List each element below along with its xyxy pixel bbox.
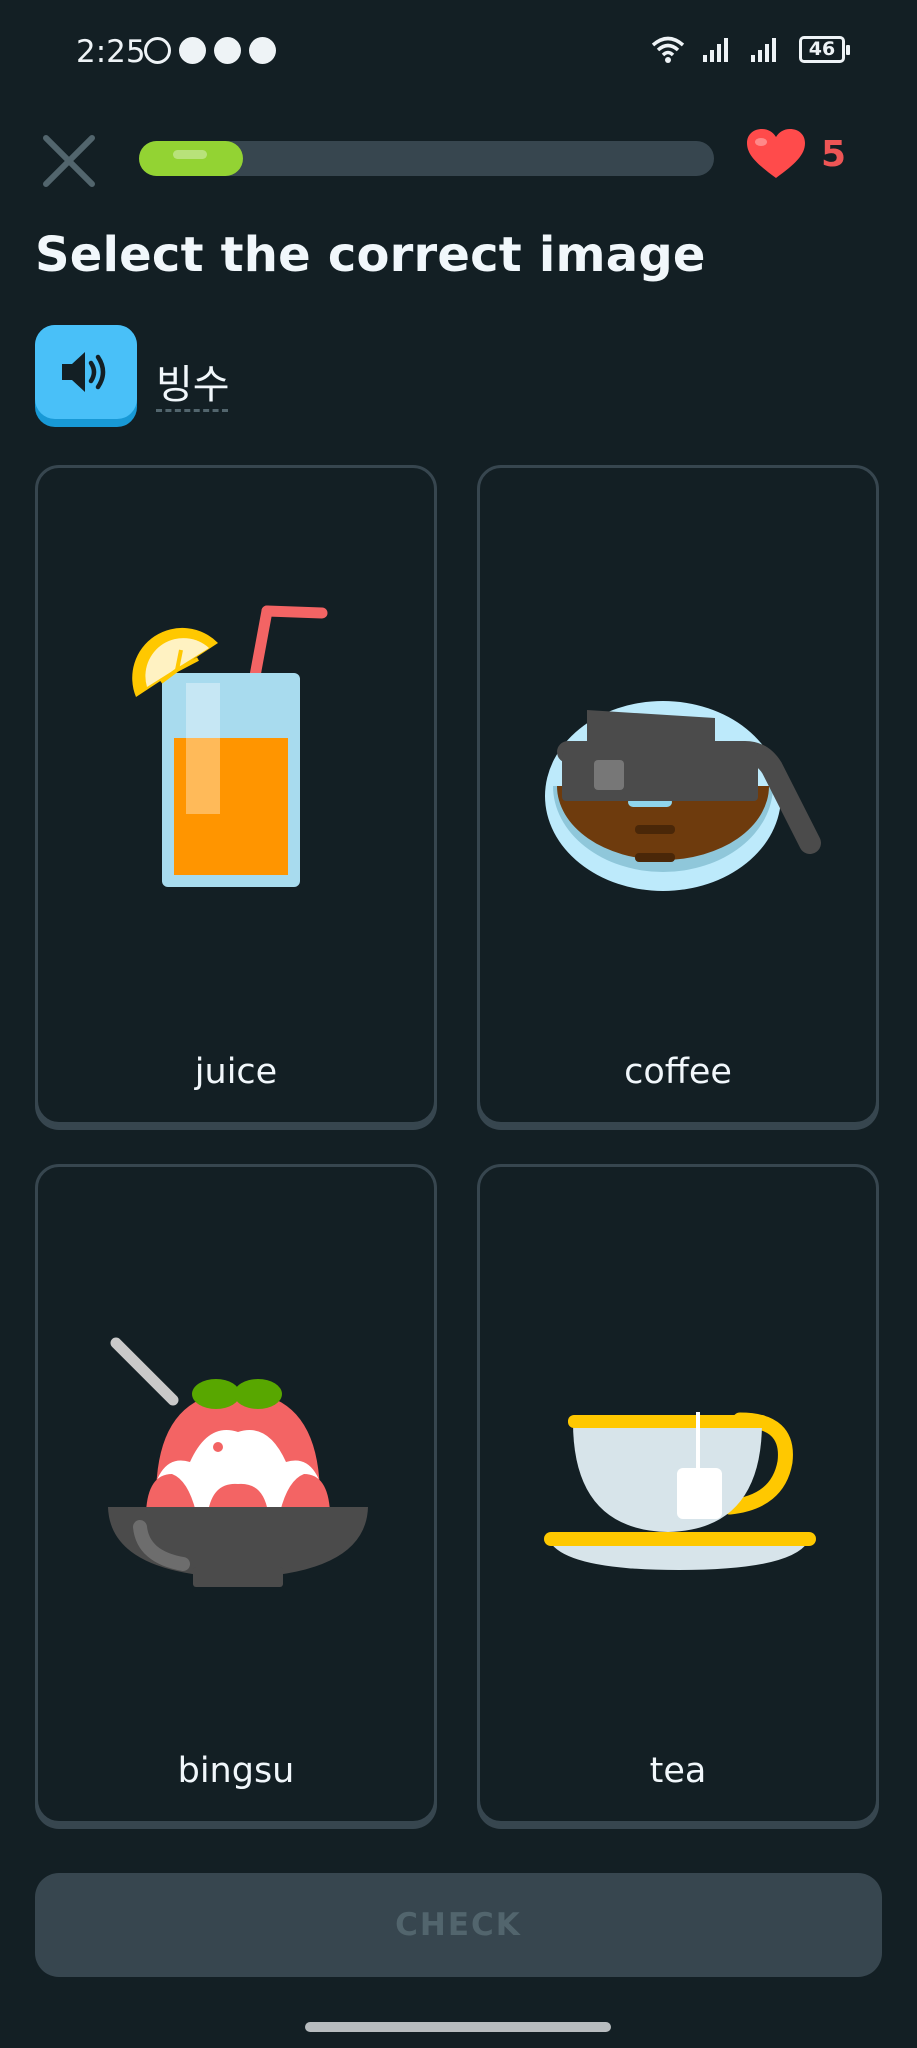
coffee-pot-icon — [545, 701, 821, 891]
messenger-icon — [249, 37, 276, 64]
speaker-icon — [62, 352, 106, 392]
hearts-count: 5 — [821, 133, 847, 175]
facebook-icon — [179, 37, 206, 64]
option-label: juice — [194, 1052, 278, 1092]
play-audio-button[interactable] — [35, 325, 137, 427]
signal-icon — [703, 38, 728, 62]
status-bar: 2:25 46 — [0, 0, 917, 105]
wifi-icon — [651, 36, 685, 63]
option-card-bingsu[interactable]: bingsu — [35, 1164, 437, 1824]
option-label: coffee — [624, 1052, 732, 1092]
close-button[interactable] — [38, 130, 100, 192]
lesson-progress-bar — [139, 141, 714, 176]
prompt-word[interactable]: 빙수 — [156, 352, 230, 410]
bingsu-bowl-icon — [108, 1337, 368, 1587]
home-indicator[interactable] — [305, 2022, 611, 2032]
battery-icon: 46 — [799, 35, 850, 63]
hearts-counter[interactable]: 5 — [745, 128, 846, 180]
option-label: tea — [649, 1751, 707, 1791]
exercise-title: Select the correct image — [35, 227, 706, 283]
close-icon — [43, 135, 95, 187]
system-indicators: 46 — [651, 34, 850, 64]
status-time: 2:25 — [76, 34, 146, 70]
heart-icon — [747, 129, 805, 178]
prompt-hint-underline — [156, 409, 228, 412]
option-label: bingsu — [177, 1751, 295, 1791]
teacup-icon — [544, 1412, 816, 1570]
check-button[interactable]: CHECK — [35, 1873, 882, 1977]
option-card-juice[interactable]: juice — [35, 465, 437, 1125]
notification-icons — [144, 37, 276, 64]
lesson-progress-fill — [139, 141, 243, 176]
option-card-coffee[interactable]: coffee — [477, 465, 879, 1125]
option-card-tea[interactable]: tea — [477, 1164, 879, 1824]
juice-glass-icon — [132, 605, 328, 887]
facebook-lite-icon — [144, 37, 171, 64]
signal-icon — [751, 38, 776, 62]
messenger-icon — [214, 37, 241, 64]
